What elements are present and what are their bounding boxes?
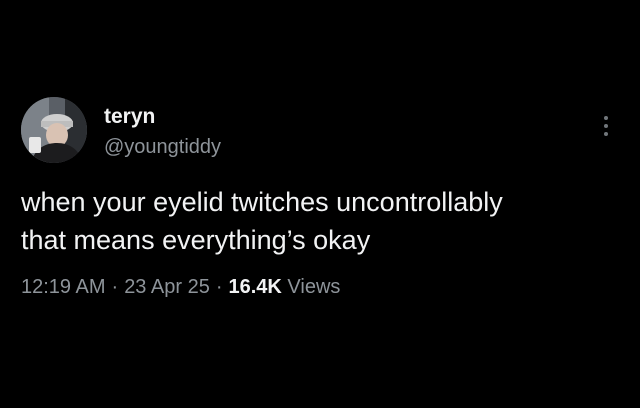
- tweet-text-line: when your eyelid twitches uncontrollably: [21, 187, 503, 217]
- tweet-meta: 12:19 AM · 23 Apr 25 · 16.4K Views: [21, 275, 340, 299]
- profile-photo-icon: [21, 97, 87, 163]
- author-avatar[interactable]: [21, 97, 87, 163]
- meta-separator: ·: [215, 276, 223, 298]
- more-dot: [604, 116, 608, 120]
- tweet-text-line: that means everything’s okay: [21, 225, 371, 255]
- views-label: Views: [287, 276, 341, 298]
- tweet-time[interactable]: 12:19 AM: [21, 276, 106, 298]
- meta-separator: ·: [111, 276, 119, 298]
- tweet-date[interactable]: 23 Apr 25: [124, 276, 210, 298]
- tweet-card: teryn @youngtiddy when your eyelid twitc…: [0, 0, 640, 408]
- author-handle[interactable]: @youngtiddy: [104, 137, 221, 157]
- more-options-icon[interactable]: [595, 111, 617, 141]
- views-count[interactable]: 16.4K: [228, 276, 281, 298]
- more-dot: [604, 132, 608, 136]
- author-display-name[interactable]: teryn: [104, 106, 155, 127]
- more-dot: [604, 124, 608, 128]
- tweet-text: when your eyelid twitches uncontrollably…: [21, 183, 621, 259]
